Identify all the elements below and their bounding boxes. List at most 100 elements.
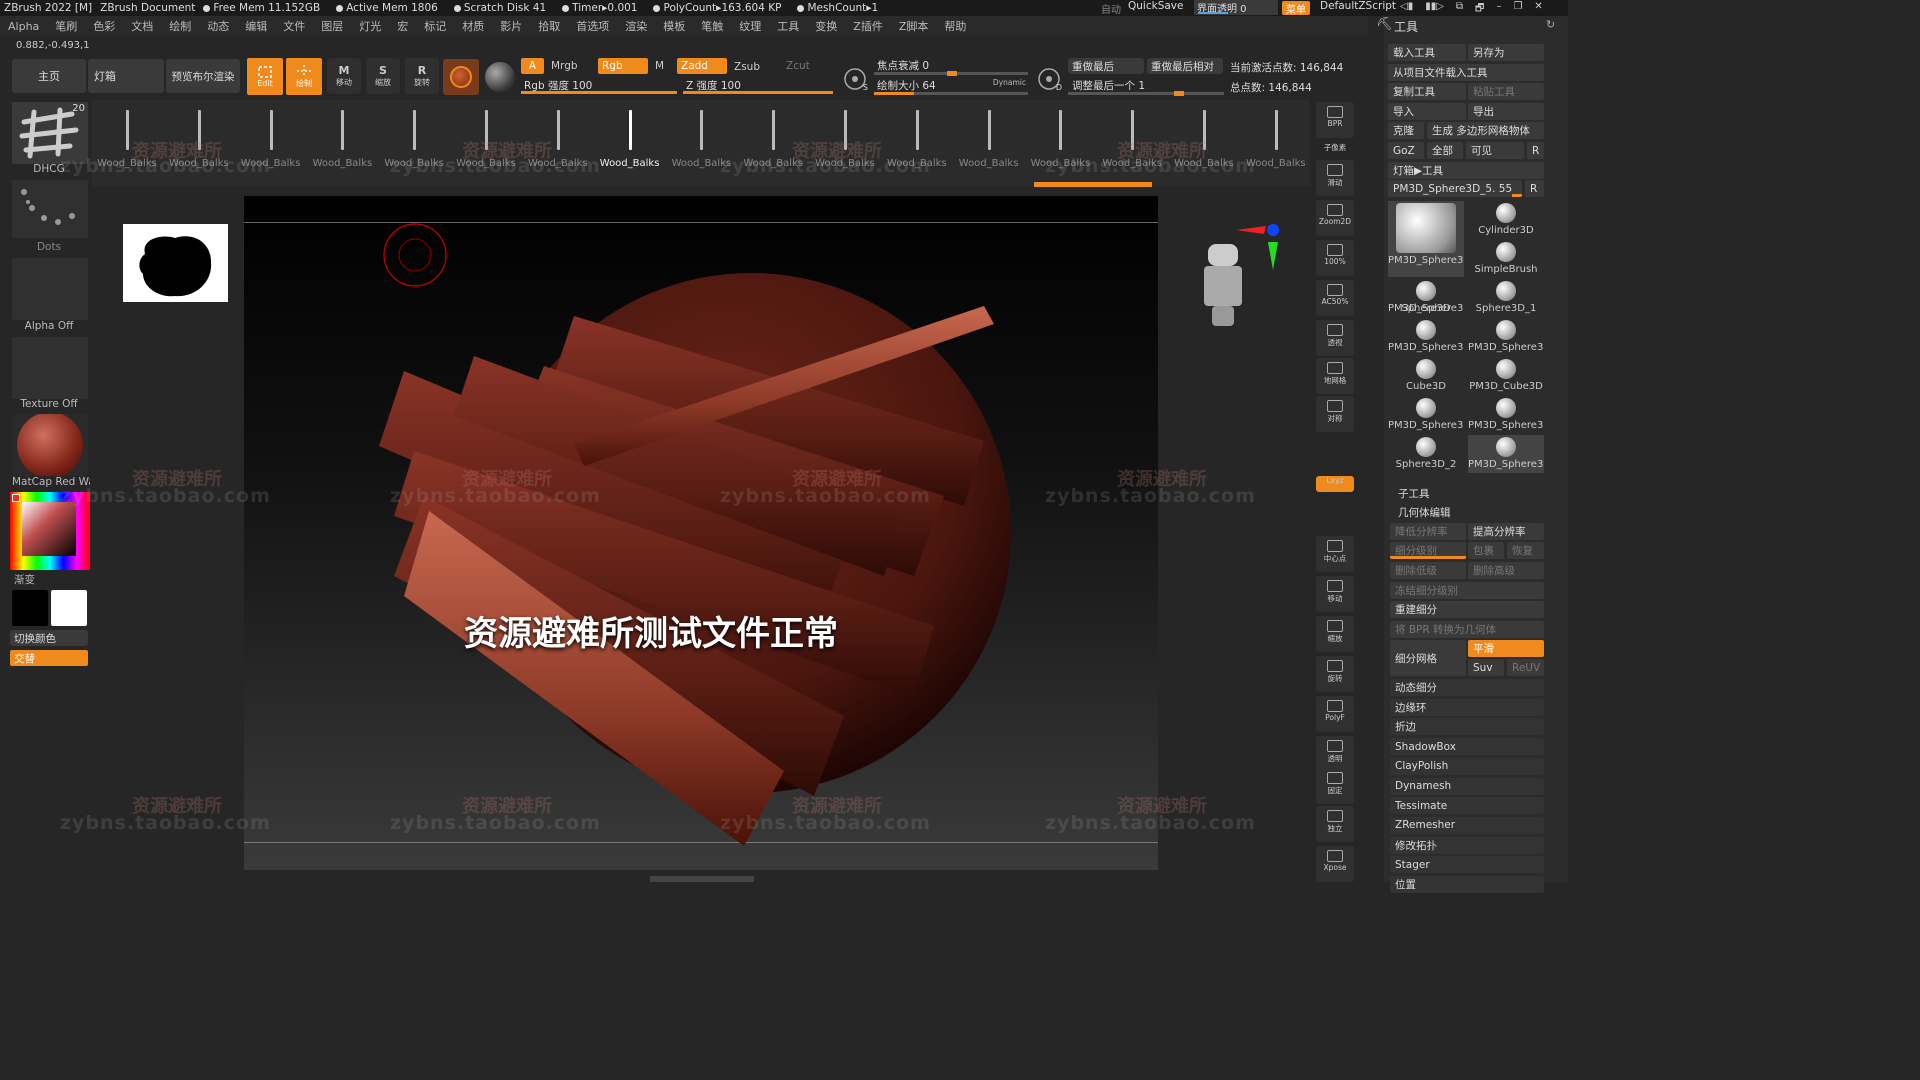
smooth-toggle[interactable]: 平滑 [1468,640,1544,657]
load-from-project-button[interactable]: 从项目文件载入工具 [1388,64,1544,81]
tool-thumbnail[interactable]: PM3D_Sphere3D [1468,396,1544,434]
shelf-button[interactable]: 移动 [1316,576,1354,612]
draw-button[interactable]: 绘制 [286,58,322,95]
shelf-button[interactable]: 透视 [1316,320,1354,356]
brush-slot[interactable]: Wood_Balks [523,104,593,174]
geometry-section-header[interactable]: 折边 [1390,718,1544,736]
lower-res-button[interactable]: 降低分辨率 [1390,523,1466,540]
close-icon[interactable]: ✕ [1534,1,1542,15]
menu-item[interactable]: 动态 [199,18,237,34]
shelf-button[interactable]: PolyF [1316,696,1354,732]
shelf-button[interactable]: 缩放 [1316,616,1354,652]
rgb-toggle[interactable]: Rgb [598,58,648,74]
geometry-section-header[interactable]: ClayPolish [1390,757,1544,775]
brush-slot[interactable]: Wood_Balks [738,104,808,174]
brush-slot[interactable]: Wood_Balks [1025,104,1095,174]
shading-sphere-icon[interactable] [485,62,515,92]
menu-item[interactable]: 影片 [492,18,530,34]
color-picker[interactable] [10,492,90,570]
d-dynamic-button[interactable]: D [1034,64,1064,94]
menu-item[interactable]: Z脚本 [891,18,937,34]
grip-icon[interactable]: ▮▮▷ [1425,1,1444,15]
delete-lower-button[interactable]: 删除低级 [1390,562,1466,579]
menu-item[interactable]: 图层 [313,18,351,34]
menu-item[interactable]: Z插件 [845,18,891,34]
geometry-section-header[interactable]: Stager [1390,856,1544,874]
brush-slot[interactable]: Wood_Balks [307,104,377,174]
tool-thumbnail[interactable]: PM3D_Cube3D [1468,357,1544,395]
brush-selector[interactable]: 20 [12,102,88,164]
adjust-last-slider[interactable]: 调整最后一个 1 [1068,77,1224,96]
restore-button[interactable]: 恢复 [1507,542,1544,559]
tool-thumbnail[interactable]: PM3D_Sphere3D [1468,435,1544,473]
shelf-button[interactable]: Xpose [1316,846,1354,882]
s-focal-button[interactable]: S [840,64,870,94]
brush-slot[interactable]: Wood_Balks [882,104,952,174]
higher-res-button[interactable]: 提高分辨率 [1468,523,1544,540]
menu-toggle-button[interactable]: 菜单 [1282,1,1310,16]
paste-tool-button[interactable]: 粘贴工具 [1468,83,1544,100]
geometry-section-header[interactable]: ShadowBox [1390,738,1544,756]
shelf-button[interactable]: 子像素 [1316,142,1354,158]
gradient-label[interactable]: 渐变 [8,572,90,587]
brush-slot[interactable]: Wood_Balks [1241,104,1311,174]
current-tool-slider[interactable]: PM3D_Sphere3D_5. 55 [1388,180,1522,197]
edit-button[interactable]: Edit [247,58,283,95]
quicksave-button[interactable]: QuickSave [1128,0,1183,12]
move-button[interactable]: M 移动 [327,58,361,94]
zadd-toggle[interactable]: Zadd [677,58,727,74]
menu-item[interactable]: 材质 [454,18,492,34]
material-swatch-button[interactable] [443,59,479,95]
panel-refresh-icon[interactable]: ↻ [1546,18,1555,31]
shelf-button[interactable]: Lxyz [1316,476,1354,492]
import-button[interactable]: 导入 [1388,103,1466,120]
shelf-button[interactable]: 100% [1316,240,1354,276]
shelf-button[interactable]: 旋转 [1316,656,1354,692]
shelf-button[interactable]: 透明 [1316,736,1354,772]
bottom-tray-handle[interactable] [650,876,754,882]
alternate-button[interactable]: 交替 [10,650,88,666]
brush-slot[interactable]: Wood_Balks [954,104,1024,174]
canvas-viewport[interactable]: 资源避难所测试文件正常 [244,196,1158,870]
scale-button[interactable]: S 缩放 [366,58,400,94]
tool-thumbnail[interactable]: Sphere3D_1 [1468,279,1544,317]
goz-r-button[interactable]: R [1527,142,1544,159]
freeze-sdiv-button[interactable]: 冻结细分级别 [1390,582,1544,599]
a-toggle[interactable]: A [521,58,544,74]
brush-slot[interactable]: Wood_Balks [810,104,880,174]
menu-item[interactable]: 拾取 [530,18,568,34]
menu-item[interactable]: 标记 [416,18,454,34]
layout-icon[interactable]: ⧉ [1456,1,1463,15]
tool-thumbnail[interactable]: PM3D_Sphere3D [1388,396,1464,434]
orientation-gizmo[interactable] [1194,222,1290,328]
shelf-button[interactable]: 中心点 [1316,536,1354,572]
default-zscript[interactable]: DefaultZScript [1320,0,1396,12]
menu-item[interactable]: Alpha [0,20,47,33]
lightbox-button[interactable]: 灯箱 [88,59,164,93]
geometry-section-header[interactable]: ZRemesher [1390,816,1544,834]
menu-item[interactable]: 笔触 [693,18,731,34]
menu-item[interactable]: 色彩 [85,18,123,34]
secondary-color-swatch[interactable] [51,590,87,626]
primary-color-swatch[interactable] [12,590,48,626]
tool-thumbnail[interactable]: Cube3D [1388,357,1464,395]
subtool-header[interactable]: 子工具 [1398,486,1430,501]
texture-selector[interactable] [12,337,88,399]
tool-thumbnail[interactable]: SimpleBrush [1468,240,1544,278]
tool-thumbnail[interactable]: Cylinder3D [1468,201,1544,239]
shelf-button[interactable]: 滑动 [1316,160,1354,196]
geometry-section-header[interactable]: 动态细分 [1390,679,1544,696]
menu-item[interactable]: 文件 [275,18,313,34]
brush-slot[interactable]: Wood_Balks [1097,104,1167,174]
clone-button[interactable]: 克隆 [1388,122,1424,139]
redo-last-button[interactable]: 重做最后 [1068,58,1144,74]
restore-icon[interactable]: ❐ [1513,1,1522,15]
brush-slot[interactable]: Wood_Balks [164,104,234,174]
menu-item[interactable]: 文档 [123,18,161,34]
switch-color-button[interactable]: 切换颜色 [10,630,88,646]
color-sv-square[interactable] [22,502,76,556]
menu-item[interactable]: 工具 [769,18,807,34]
draw-size-slider[interactable]: 绘制大小 64 Dynamic [874,77,1028,95]
bpr-preview-button[interactable]: 预览布尔渲染 [166,59,240,93]
zcut-toggle[interactable]: Zcut [786,60,810,72]
